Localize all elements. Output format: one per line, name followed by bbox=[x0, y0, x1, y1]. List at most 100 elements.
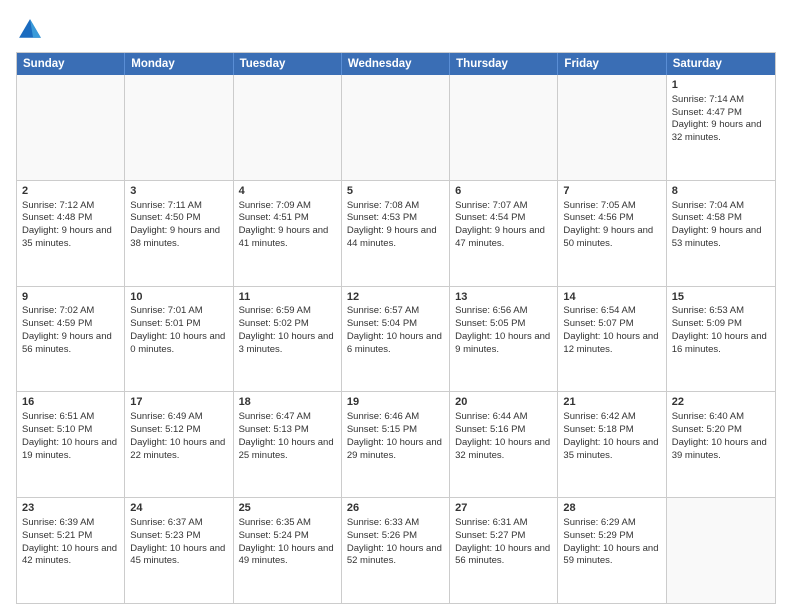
day-number: 13 bbox=[455, 290, 552, 305]
day-info: Sunrise: 6:35 AM Sunset: 5:24 PM Dayligh… bbox=[239, 517, 334, 566]
calendar-cell-6: 6Sunrise: 7:07 AM Sunset: 4:54 PM Daylig… bbox=[450, 181, 558, 286]
day-info: Sunrise: 6:42 AM Sunset: 5:18 PM Dayligh… bbox=[563, 411, 658, 460]
calendar-row-1: 2Sunrise: 7:12 AM Sunset: 4:48 PM Daylig… bbox=[17, 180, 775, 286]
calendar-row-0: 1Sunrise: 7:14 AM Sunset: 4:47 PM Daylig… bbox=[17, 75, 775, 180]
calendar-cell-empty-4-6 bbox=[667, 498, 775, 603]
calendar-cell-5: 5Sunrise: 7:08 AM Sunset: 4:53 PM Daylig… bbox=[342, 181, 450, 286]
day-info: Sunrise: 6:29 AM Sunset: 5:29 PM Dayligh… bbox=[563, 517, 658, 566]
day-number: 17 bbox=[130, 395, 227, 410]
day-info: Sunrise: 6:56 AM Sunset: 5:05 PM Dayligh… bbox=[455, 305, 550, 354]
calendar-cell-empty-0-4 bbox=[450, 75, 558, 180]
calendar-cell-3: 3Sunrise: 7:11 AM Sunset: 4:50 PM Daylig… bbox=[125, 181, 233, 286]
day-number: 23 bbox=[22, 501, 119, 516]
header bbox=[16, 16, 776, 44]
calendar-cell-8: 8Sunrise: 7:04 AM Sunset: 4:58 PM Daylig… bbox=[667, 181, 775, 286]
day-number: 1 bbox=[672, 78, 770, 93]
day-info: Sunrise: 6:39 AM Sunset: 5:21 PM Dayligh… bbox=[22, 517, 117, 566]
logo bbox=[16, 16, 48, 44]
day-number: 27 bbox=[455, 501, 552, 516]
day-number: 20 bbox=[455, 395, 552, 410]
day-info: Sunrise: 7:09 AM Sunset: 4:51 PM Dayligh… bbox=[239, 200, 329, 249]
day-info: Sunrise: 7:07 AM Sunset: 4:54 PM Dayligh… bbox=[455, 200, 545, 249]
calendar-cell-empty-0-3 bbox=[342, 75, 450, 180]
calendar-row-2: 9Sunrise: 7:02 AM Sunset: 4:59 PM Daylig… bbox=[17, 286, 775, 392]
calendar-cell-empty-0-5 bbox=[558, 75, 666, 180]
calendar-cell-22: 22Sunrise: 6:40 AM Sunset: 5:20 PM Dayli… bbox=[667, 392, 775, 497]
calendar-cell-28: 28Sunrise: 6:29 AM Sunset: 5:29 PM Dayli… bbox=[558, 498, 666, 603]
day-number: 16 bbox=[22, 395, 119, 410]
calendar-cell-21: 21Sunrise: 6:42 AM Sunset: 5:18 PM Dayli… bbox=[558, 392, 666, 497]
calendar-cell-25: 25Sunrise: 6:35 AM Sunset: 5:24 PM Dayli… bbox=[234, 498, 342, 603]
day-info: Sunrise: 7:08 AM Sunset: 4:53 PM Dayligh… bbox=[347, 200, 437, 249]
day-info: Sunrise: 6:44 AM Sunset: 5:16 PM Dayligh… bbox=[455, 411, 550, 460]
day-number: 11 bbox=[239, 290, 336, 305]
day-info: Sunrise: 6:31 AM Sunset: 5:27 PM Dayligh… bbox=[455, 517, 550, 566]
weekday-header-thursday: Thursday bbox=[450, 53, 558, 75]
weekday-header-tuesday: Tuesday bbox=[234, 53, 342, 75]
day-info: Sunrise: 6:57 AM Sunset: 5:04 PM Dayligh… bbox=[347, 305, 442, 354]
calendar-cell-empty-0-2 bbox=[234, 75, 342, 180]
day-info: Sunrise: 7:05 AM Sunset: 4:56 PM Dayligh… bbox=[563, 200, 653, 249]
calendar-cell-4: 4Sunrise: 7:09 AM Sunset: 4:51 PM Daylig… bbox=[234, 181, 342, 286]
day-number: 19 bbox=[347, 395, 444, 410]
day-number: 7 bbox=[563, 184, 660, 199]
weekday-header-monday: Monday bbox=[125, 53, 233, 75]
calendar-cell-14: 14Sunrise: 6:54 AM Sunset: 5:07 PM Dayli… bbox=[558, 287, 666, 392]
day-info: Sunrise: 7:12 AM Sunset: 4:48 PM Dayligh… bbox=[22, 200, 112, 249]
day-info: Sunrise: 6:37 AM Sunset: 5:23 PM Dayligh… bbox=[130, 517, 225, 566]
calendar-cell-15: 15Sunrise: 6:53 AM Sunset: 5:09 PM Dayli… bbox=[667, 287, 775, 392]
calendar-cell-19: 19Sunrise: 6:46 AM Sunset: 5:15 PM Dayli… bbox=[342, 392, 450, 497]
day-info: Sunrise: 6:33 AM Sunset: 5:26 PM Dayligh… bbox=[347, 517, 442, 566]
logo-icon bbox=[16, 16, 44, 44]
calendar-cell-empty-0-0 bbox=[17, 75, 125, 180]
day-info: Sunrise: 6:51 AM Sunset: 5:10 PM Dayligh… bbox=[22, 411, 117, 460]
calendar-cell-9: 9Sunrise: 7:02 AM Sunset: 4:59 PM Daylig… bbox=[17, 287, 125, 392]
day-info: Sunrise: 6:47 AM Sunset: 5:13 PM Dayligh… bbox=[239, 411, 334, 460]
day-info: Sunrise: 6:53 AM Sunset: 5:09 PM Dayligh… bbox=[672, 305, 767, 354]
calendar-row-3: 16Sunrise: 6:51 AM Sunset: 5:10 PM Dayli… bbox=[17, 391, 775, 497]
calendar-cell-27: 27Sunrise: 6:31 AM Sunset: 5:27 PM Dayli… bbox=[450, 498, 558, 603]
calendar-cell-16: 16Sunrise: 6:51 AM Sunset: 5:10 PM Dayli… bbox=[17, 392, 125, 497]
calendar: SundayMondayTuesdayWednesdayThursdayFrid… bbox=[16, 52, 776, 604]
day-number: 21 bbox=[563, 395, 660, 410]
calendar-cell-26: 26Sunrise: 6:33 AM Sunset: 5:26 PM Dayli… bbox=[342, 498, 450, 603]
day-number: 25 bbox=[239, 501, 336, 516]
day-number: 26 bbox=[347, 501, 444, 516]
day-number: 6 bbox=[455, 184, 552, 199]
day-number: 22 bbox=[672, 395, 770, 410]
weekday-header-wednesday: Wednesday bbox=[342, 53, 450, 75]
day-number: 28 bbox=[563, 501, 660, 516]
day-info: Sunrise: 7:01 AM Sunset: 5:01 PM Dayligh… bbox=[130, 305, 225, 354]
weekday-header-saturday: Saturday bbox=[667, 53, 775, 75]
calendar-cell-17: 17Sunrise: 6:49 AM Sunset: 5:12 PM Dayli… bbox=[125, 392, 233, 497]
weekday-header-sunday: Sunday bbox=[17, 53, 125, 75]
calendar-body: 1Sunrise: 7:14 AM Sunset: 4:47 PM Daylig… bbox=[17, 75, 775, 603]
calendar-cell-18: 18Sunrise: 6:47 AM Sunset: 5:13 PM Dayli… bbox=[234, 392, 342, 497]
day-number: 4 bbox=[239, 184, 336, 199]
day-number: 18 bbox=[239, 395, 336, 410]
calendar-header: SundayMondayTuesdayWednesdayThursdayFrid… bbox=[17, 53, 775, 75]
day-number: 12 bbox=[347, 290, 444, 305]
calendar-cell-1: 1Sunrise: 7:14 AM Sunset: 4:47 PM Daylig… bbox=[667, 75, 775, 180]
calendar-cell-13: 13Sunrise: 6:56 AM Sunset: 5:05 PM Dayli… bbox=[450, 287, 558, 392]
day-number: 2 bbox=[22, 184, 119, 199]
day-info: Sunrise: 7:04 AM Sunset: 4:58 PM Dayligh… bbox=[672, 200, 762, 249]
day-number: 8 bbox=[672, 184, 770, 199]
day-info: Sunrise: 6:54 AM Sunset: 5:07 PM Dayligh… bbox=[563, 305, 658, 354]
weekday-header-friday: Friday bbox=[558, 53, 666, 75]
day-info: Sunrise: 6:46 AM Sunset: 5:15 PM Dayligh… bbox=[347, 411, 442, 460]
day-number: 24 bbox=[130, 501, 227, 516]
day-number: 3 bbox=[130, 184, 227, 199]
calendar-cell-12: 12Sunrise: 6:57 AM Sunset: 5:04 PM Dayli… bbox=[342, 287, 450, 392]
calendar-row-4: 23Sunrise: 6:39 AM Sunset: 5:21 PM Dayli… bbox=[17, 497, 775, 603]
calendar-cell-20: 20Sunrise: 6:44 AM Sunset: 5:16 PM Dayli… bbox=[450, 392, 558, 497]
calendar-cell-7: 7Sunrise: 7:05 AM Sunset: 4:56 PM Daylig… bbox=[558, 181, 666, 286]
day-info: Sunrise: 6:49 AM Sunset: 5:12 PM Dayligh… bbox=[130, 411, 225, 460]
day-number: 9 bbox=[22, 290, 119, 305]
calendar-cell-10: 10Sunrise: 7:01 AM Sunset: 5:01 PM Dayli… bbox=[125, 287, 233, 392]
day-number: 15 bbox=[672, 290, 770, 305]
day-info: Sunrise: 7:14 AM Sunset: 4:47 PM Dayligh… bbox=[672, 94, 762, 143]
calendar-cell-2: 2Sunrise: 7:12 AM Sunset: 4:48 PM Daylig… bbox=[17, 181, 125, 286]
day-info: Sunrise: 6:59 AM Sunset: 5:02 PM Dayligh… bbox=[239, 305, 334, 354]
calendar-cell-empty-0-1 bbox=[125, 75, 233, 180]
